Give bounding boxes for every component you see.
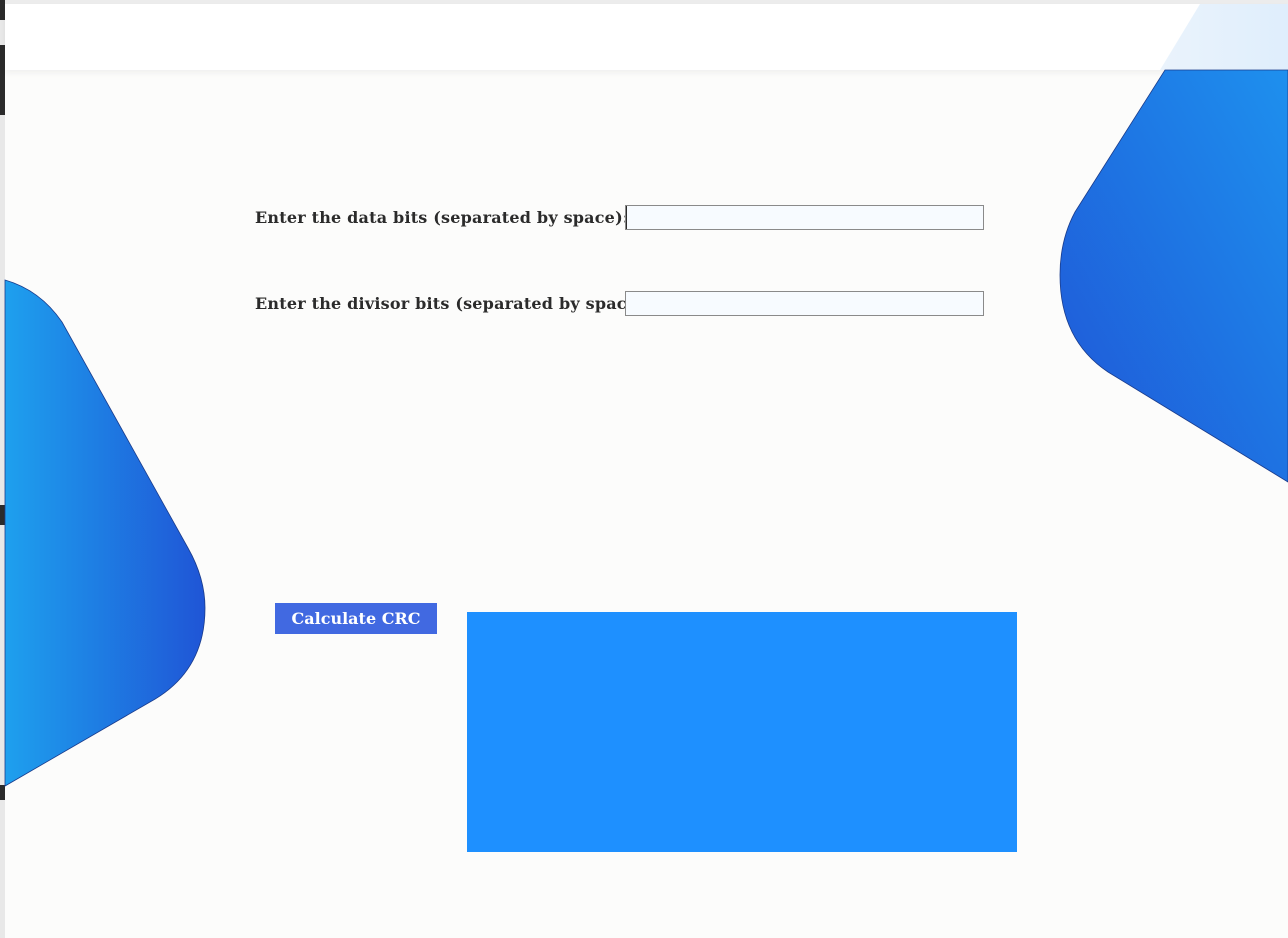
background-window-edge-segment [0, 525, 5, 785]
background-window-edge-segment [0, 115, 5, 505]
calculate-crc-button[interactable]: Calculate CRC [275, 603, 437, 634]
page-header [5, 4, 1288, 70]
data-bits-label: Enter the data bits (separated by space)… [255, 208, 629, 227]
background-window-edge [0, 0, 5, 938]
data-bits-input[interactable] [625, 205, 984, 230]
result-panel [467, 612, 1017, 852]
divisor-bits-label: Enter the divisor bits (separated by spa… [255, 294, 651, 313]
divisor-bits-input[interactable] [625, 291, 984, 316]
decor-left-shape [4, 279, 206, 787]
decor-right-shape [1059, 69, 1288, 483]
background-window-edge-segment [0, 800, 5, 938]
